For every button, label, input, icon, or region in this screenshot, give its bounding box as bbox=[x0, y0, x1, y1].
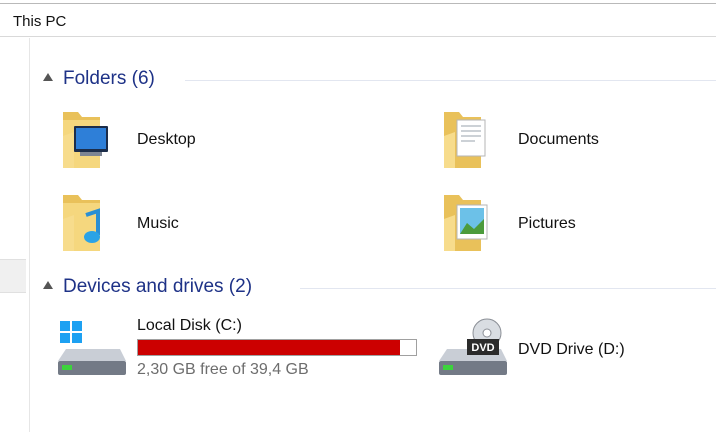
drive-label-dvd: DVD Drive (D:) bbox=[518, 341, 625, 358]
folder-tile-pictures[interactable]: Pictures bbox=[441, 189, 716, 259]
folder-label-desktop: Desktop bbox=[137, 131, 196, 148]
local-disk-icon bbox=[58, 321, 126, 375]
drive-free-space: 2,30 GB free of 39,4 GB bbox=[137, 361, 309, 378]
folder-tile-music[interactable]: Music bbox=[60, 189, 360, 259]
group-title-folders: Folders (6) bbox=[63, 68, 155, 89]
collapse-triangle-icon[interactable] bbox=[43, 73, 53, 81]
drive-usage-bar bbox=[137, 339, 417, 356]
address-path[interactable]: This PC bbox=[13, 13, 66, 30]
folder-label-music: Music bbox=[137, 215, 179, 232]
group-divider bbox=[185, 80, 716, 81]
navigation-pane-selected-item[interactable] bbox=[0, 259, 26, 293]
drive-usage-fill bbox=[138, 340, 400, 355]
address-bar[interactable]: This PC bbox=[0, 3, 716, 37]
folder-tile-documents[interactable]: Documents bbox=[441, 106, 716, 176]
folder-label-pictures: Pictures bbox=[518, 215, 576, 232]
folder-tile-desktop[interactable]: Desktop bbox=[60, 106, 360, 176]
dvd-badge: DVD bbox=[471, 342, 494, 354]
pictures-folder-icon bbox=[444, 195, 488, 251]
drive-tile-dvd[interactable]: DVD DVD Drive (D:) bbox=[437, 315, 716, 385]
drive-label-local-disk: Local Disk (C:) bbox=[137, 317, 242, 334]
group-header-folders[interactable]: Folders (6) bbox=[40, 68, 716, 92]
group-title-devices: Devices and drives (2) bbox=[63, 276, 253, 297]
group-divider bbox=[300, 288, 716, 289]
music-folder-icon bbox=[63, 195, 100, 251]
desktop-folder-icon bbox=[63, 112, 108, 168]
navigation-pane[interactable] bbox=[0, 38, 30, 432]
group-header-devices[interactable]: Devices and drives (2) bbox=[40, 276, 716, 300]
folder-label-documents: Documents bbox=[518, 131, 599, 148]
collapse-triangle-icon[interactable] bbox=[43, 281, 53, 289]
dvd-drive-icon: DVD bbox=[439, 318, 507, 375]
documents-folder-icon bbox=[444, 112, 486, 168]
